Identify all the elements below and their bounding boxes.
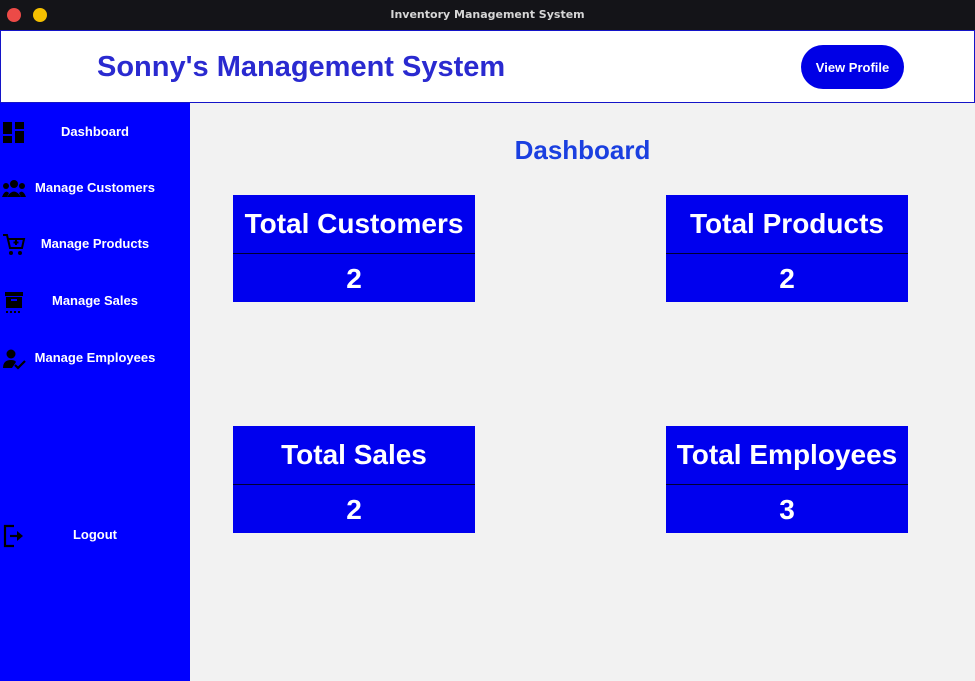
sidebar-item-label: Dashboard [61,124,129,139]
total-employees-card: Total Employees 3 [666,426,908,533]
card-title: Total Sales [233,426,475,485]
total-sales-card: Total Sales 2 [233,426,475,533]
sidebar-item-manage-sales[interactable]: Manage Sales [0,283,190,319]
sidebar-item-dashboard[interactable]: Dashboard [0,114,190,150]
card-value: 2 [346,494,362,525]
card-title: Total Customers [233,195,475,254]
sidebar-item-manage-products[interactable]: Manage Products [0,226,190,262]
card-value: 2 [779,263,795,294]
card-title: Total Products [666,195,908,254]
logout-button[interactable]: Logout [0,517,190,553]
window-title: Inventory Management System [390,8,585,21]
sidebar-item-manage-customers[interactable]: Manage Customers [0,170,190,206]
total-customers-card: Total Customers 2 [233,195,475,302]
app-header: Sonny's Management System View Profile [0,30,975,103]
logout-label: Logout [72,527,118,542]
sidebar-item-label: Manage Customers [35,180,155,195]
view-profile-button[interactable]: View Profile [801,45,904,89]
page-title: Dashboard [514,135,651,165]
sidebar: Dashboard Manage Customers Manage Produc… [0,103,190,681]
card-value: 2 [346,263,362,294]
total-products-card: Total Products 2 [666,195,908,302]
sidebar-item-label: Manage Products [40,236,150,251]
app-title: Sonny's Management System [97,51,506,83]
card-title: Total Employees [666,426,908,485]
sidebar-item-label: Manage Sales [52,293,138,308]
sidebar-item-manage-employees[interactable]: Manage Employees [0,340,190,376]
sidebar-item-label: Manage Employees [34,350,156,365]
window-titlebar: Inventory Management System [0,0,975,30]
card-value: 3 [779,494,795,525]
